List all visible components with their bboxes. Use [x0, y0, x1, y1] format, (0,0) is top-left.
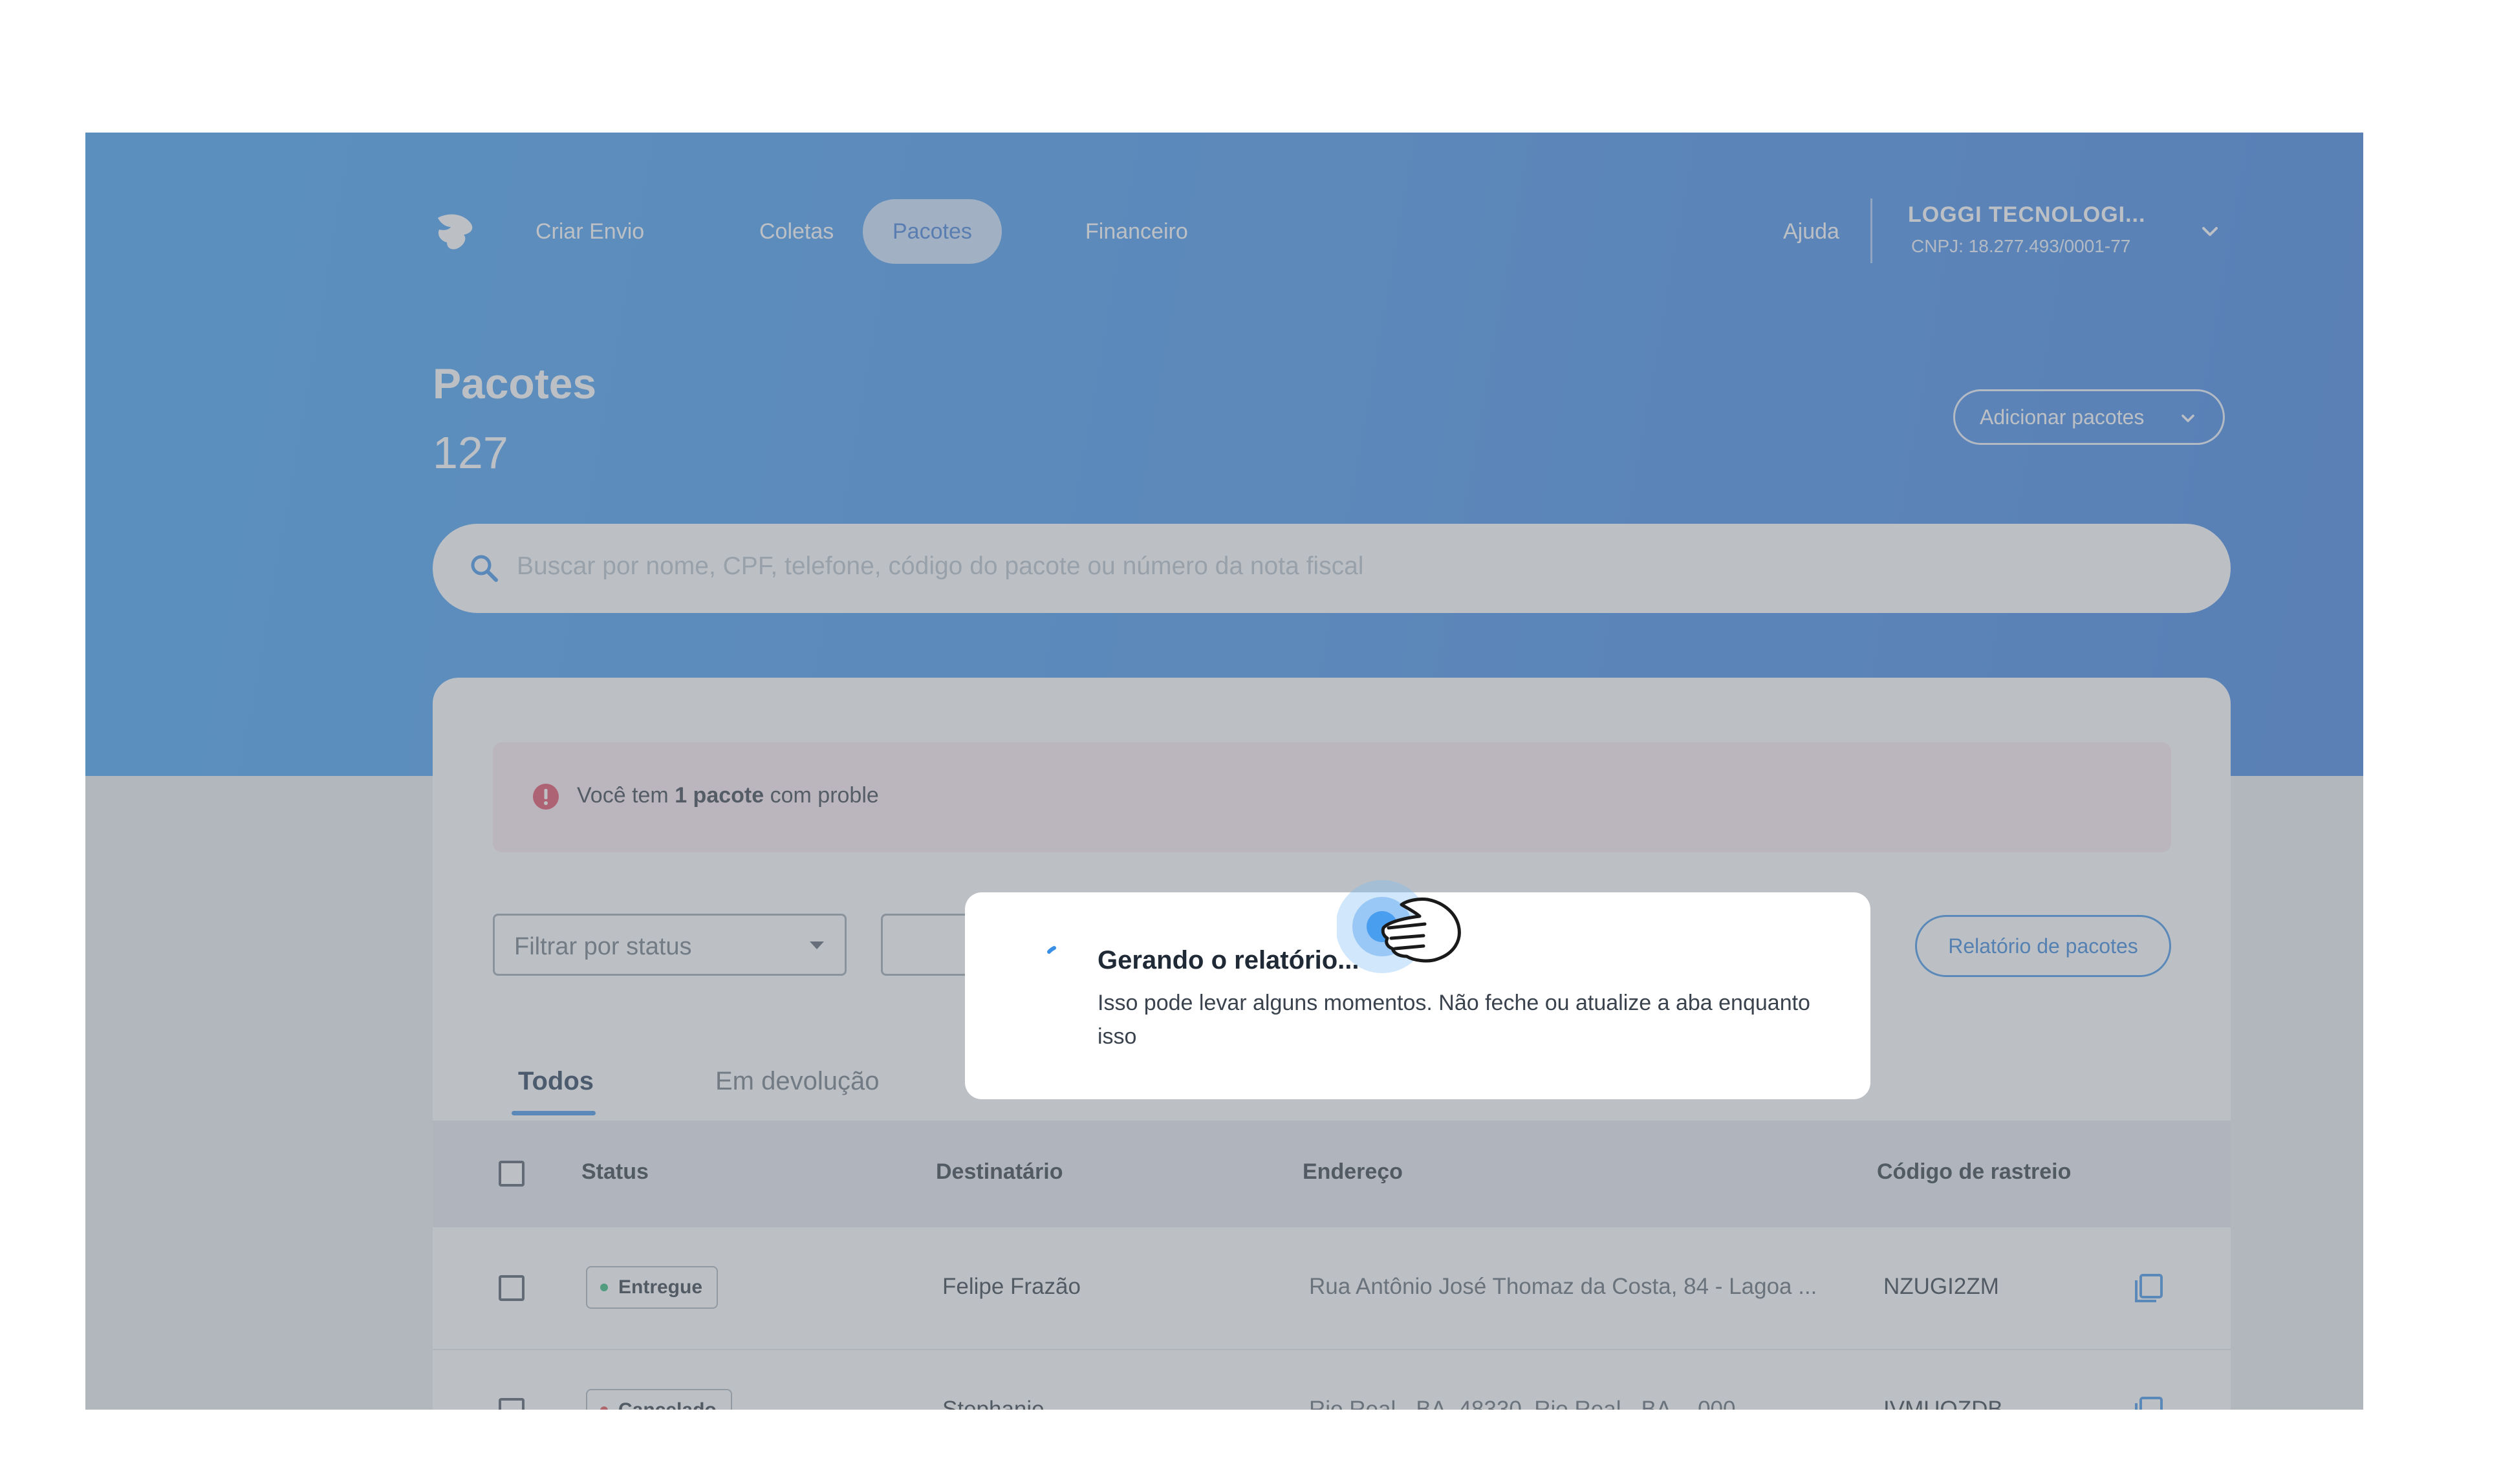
loading-spinner-icon — [1047, 946, 1056, 954]
dialog-message: Isso pode levar alguns momentos. Não fec… — [1098, 991, 1810, 1049]
app-frame: Criar Envio Coletas Pacotes Financeiro A… — [85, 133, 2363, 1410]
modal-backdrop[interactable] — [85, 133, 2363, 1410]
hand-pointer-cursor-icon — [1337, 880, 1461, 973]
dialog-title: Gerando o relatório... — [1098, 946, 1359, 974]
